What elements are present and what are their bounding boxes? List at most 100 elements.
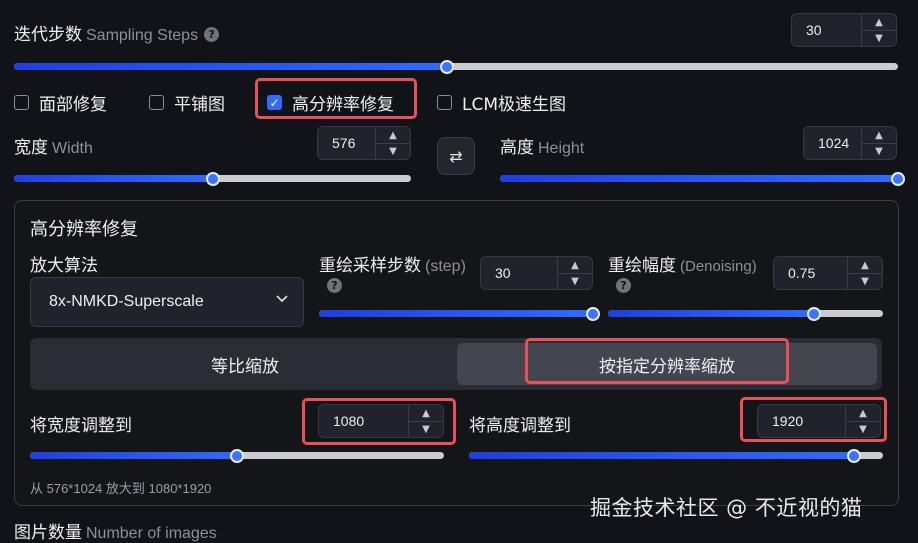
hires-steps-slider[interactable] <box>319 306 600 321</box>
swap-dimensions-button[interactable]: ⇄ <box>437 137 475 175</box>
chevron-down-icon[interactable]: ▼ <box>862 30 896 46</box>
checkbox-box[interactable] <box>437 95 452 110</box>
denoise-slider[interactable] <box>608 306 883 321</box>
denoise-value[interactable]: 0.75 <box>774 257 815 289</box>
slider-fill <box>469 452 855 459</box>
resize-height-value[interactable]: 1920 <box>758 405 803 437</box>
chevron-up-icon[interactable]: ▲ <box>846 405 880 422</box>
sampling-steps-stepper[interactable]: ▲ ▼ <box>861 14 896 46</box>
hires-steps-label: 重绘采样步数 (step) <box>319 251 466 276</box>
sampling-steps-slider[interactable] <box>14 59 898 74</box>
help-icon[interactable]: ? <box>327 278 342 293</box>
resize-width-input[interactable]: 1080 ▲ ▼ <box>318 404 444 438</box>
chevron-down-icon <box>275 291 289 310</box>
chevron-up-icon[interactable]: ▲ <box>558 257 592 274</box>
sampling-steps-label: 迭代步数 Sampling Steps? <box>14 20 220 45</box>
images-sub: Number of images <box>86 525 217 542</box>
checkbox-lcm[interactable]: LCM极速生图 <box>437 90 566 115</box>
chevron-up-icon[interactable]: ▲ <box>862 14 896 31</box>
slider-fill <box>319 310 593 317</box>
help-icon[interactable]: ? <box>204 27 220 42</box>
chevron-down-icon[interactable]: ▼ <box>376 143 410 159</box>
checkbox-box[interactable]: ✓ <box>267 95 282 110</box>
checkbox-box[interactable] <box>14 95 29 110</box>
hires-steps-title: 重绘采样步数 <box>319 256 421 276</box>
slider-thumb[interactable] <box>586 306 600 321</box>
hires-steps-help: ? <box>319 276 342 295</box>
denoise-stepper[interactable]: ▲ ▼ <box>847 257 882 289</box>
resize-width-value[interactable]: 1080 <box>319 405 364 437</box>
hires-fix-title: 高分辨率修复 <box>30 219 138 240</box>
checkbox-hires-fix[interactable]: ✓ 高分辨率修复 <box>267 90 394 115</box>
width-title: 宽度 <box>14 138 48 158</box>
swap-icon: ⇄ <box>449 146 463 166</box>
width-stepper[interactable]: ▲ ▼ <box>375 127 410 159</box>
denoise-input[interactable]: 0.75 ▲ ▼ <box>773 256 883 290</box>
resize-height-slider[interactable] <box>469 448 883 463</box>
resize-mode-toggle: 等比缩放 按指定分辨率缩放 <box>30 338 882 390</box>
resize-height-stepper[interactable]: ▲ ▼ <box>845 405 880 437</box>
help-icon[interactable]: ? <box>616 278 631 293</box>
hires-steps-sub: (step) <box>425 258 466 275</box>
height-slider[interactable] <box>500 171 905 186</box>
hires-steps-value[interactable]: 30 <box>481 257 511 289</box>
slider-thumb[interactable] <box>205 171 220 186</box>
width-input[interactable]: 576 ▲ ▼ <box>317 126 411 160</box>
resize-width-slider[interactable] <box>30 448 444 463</box>
chevron-down-icon[interactable]: ▼ <box>862 143 896 159</box>
height-stepper[interactable]: ▲ ▼ <box>861 127 896 159</box>
slider-thumb[interactable] <box>440 59 455 74</box>
width-slider[interactable] <box>14 171 411 186</box>
resize-width-label: 将宽度调整到 <box>30 416 132 436</box>
slider-thumb[interactable] <box>891 171 905 186</box>
resize-height-label: 将高度调整到 <box>469 416 571 436</box>
slider-fill <box>14 175 213 182</box>
checkbox-label: LCM极速生图 <box>462 95 567 115</box>
chevron-down-icon[interactable]: ▼ <box>558 273 592 289</box>
hires-steps-stepper[interactable]: ▲ ▼ <box>557 257 592 289</box>
resize-summary: 从 576*1024 放大到 1080*1920 <box>30 481 212 496</box>
mode-specific-resolution[interactable]: 按指定分辨率缩放 <box>457 343 877 385</box>
checkbox-label: 高分辨率修复 <box>292 95 394 115</box>
slider-thumb[interactable] <box>230 448 244 463</box>
chevron-up-icon[interactable]: ▲ <box>862 127 896 144</box>
chevron-up-icon[interactable]: ▲ <box>376 127 410 144</box>
checkmark-icon: ✓ <box>269 95 280 110</box>
width-value[interactable]: 576 <box>318 127 355 159</box>
checkbox-label: 平铺图 <box>174 95 225 115</box>
resize-height-input[interactable]: 1920 ▲ ▼ <box>757 404 881 438</box>
images-label: 图片数量 Number of images <box>14 518 217 543</box>
width-label: 宽度 Width <box>14 133 93 158</box>
chevron-down-icon[interactable]: ▼ <box>848 273 882 289</box>
chevron-up-icon[interactable]: ▲ <box>409 405 443 422</box>
sampling-steps-input[interactable]: 30 ▲ ▼ <box>791 13 897 47</box>
chevron-down-icon[interactable]: ▼ <box>846 421 880 437</box>
checkbox-tiling[interactable]: 平铺图 <box>149 90 225 115</box>
hires-steps-input[interactable]: 30 ▲ ▼ <box>480 256 593 290</box>
denoise-help: ? <box>608 276 631 295</box>
upscaler-select[interactable]: 8x-NMKD-Superscale <box>30 277 304 327</box>
height-title: 高度 <box>500 138 534 158</box>
slider-fill <box>608 310 815 317</box>
checkbox-label: 面部修复 <box>39 95 107 115</box>
sampling-steps-value[interactable]: 30 <box>792 14 822 46</box>
sampling-steps-title: 迭代步数 <box>14 25 82 45</box>
chevron-down-icon[interactable]: ▼ <box>409 421 443 437</box>
denoise-title: 重绘幅度 <box>608 256 676 276</box>
upscaler-label: 放大算法 <box>30 256 98 276</box>
slider-fill <box>14 63 448 70</box>
height-input[interactable]: 1024 ▲ ▼ <box>803 126 897 160</box>
height-value[interactable]: 1024 <box>804 127 849 159</box>
checkbox-box[interactable] <box>149 95 164 110</box>
sampling-steps-sub: Sampling Steps <box>86 27 199 44</box>
upscaler-value: 8x-NMKD-Superscale <box>49 293 204 310</box>
slider-fill <box>500 175 898 182</box>
mode-proportional[interactable]: 等比缩放 <box>35 343 455 385</box>
height-label: 高度 Height <box>500 133 584 158</box>
slider-thumb[interactable] <box>847 448 862 463</box>
slider-thumb[interactable] <box>807 306 822 321</box>
checkbox-face-restore[interactable]: 面部修复 <box>14 90 107 115</box>
images-title: 图片数量 <box>14 523 82 543</box>
chevron-up-icon[interactable]: ▲ <box>848 257 882 274</box>
resize-width-stepper[interactable]: ▲ ▼ <box>408 405 443 437</box>
